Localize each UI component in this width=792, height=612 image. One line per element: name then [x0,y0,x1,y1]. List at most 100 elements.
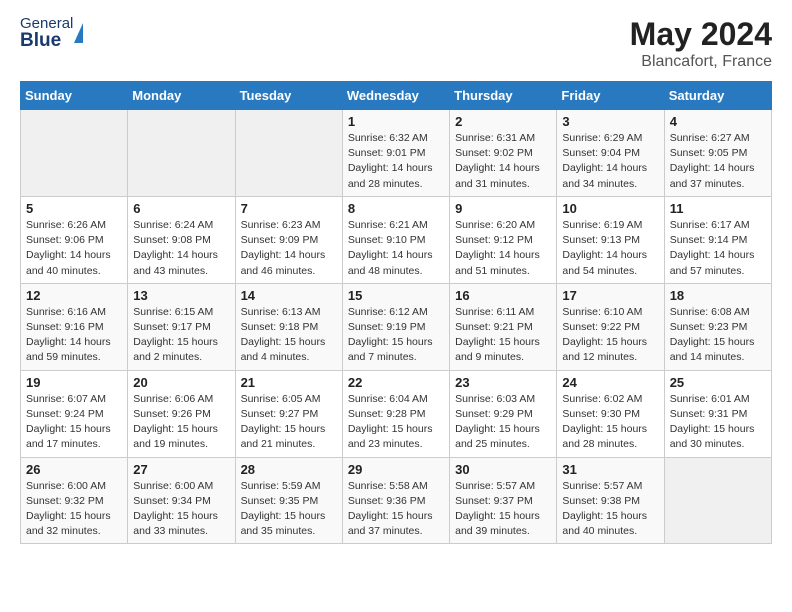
day-info: Sunrise: 6:00 AM Sunset: 9:32 PM Dayligh… [26,479,122,540]
day-info: Sunrise: 6:31 AM Sunset: 9:02 PM Dayligh… [455,131,551,192]
header-cell-wednesday: Wednesday [342,82,449,110]
day-info: Sunrise: 6:03 AM Sunset: 9:29 PM Dayligh… [455,392,551,453]
month-year-title: May 2024 [630,16,772,53]
day-number: 23 [455,375,551,390]
day-info: Sunrise: 5:59 AM Sunset: 9:35 PM Dayligh… [241,479,337,540]
day-info: Sunrise: 6:24 AM Sunset: 9:08 PM Dayligh… [133,218,229,279]
header-cell-tuesday: Tuesday [235,82,342,110]
day-info: Sunrise: 6:26 AM Sunset: 9:06 PM Dayligh… [26,218,122,279]
header-row: SundayMondayTuesdayWednesdayThursdayFrid… [21,82,772,110]
day-number: 24 [562,375,658,390]
calendar-body: 1 Sunrise: 6:32 AM Sunset: 9:01 PM Daylig… [21,110,772,544]
day-cell: 11 Sunrise: 6:17 AM Sunset: 9:14 PM Dayli… [664,196,771,283]
day-info: Sunrise: 6:13 AM Sunset: 9:18 PM Dayligh… [241,305,337,366]
day-number: 14 [241,288,337,303]
day-info: Sunrise: 6:01 AM Sunset: 9:31 PM Dayligh… [670,392,766,453]
day-number: 1 [348,114,444,129]
day-info: Sunrise: 6:27 AM Sunset: 9:05 PM Dayligh… [670,131,766,192]
day-number: 19 [26,375,122,390]
day-cell: 14 Sunrise: 6:13 AM Sunset: 9:18 PM Dayli… [235,283,342,370]
day-cell: 17 Sunrise: 6:10 AM Sunset: 9:22 PM Dayli… [557,283,664,370]
day-cell: 25 Sunrise: 6:01 AM Sunset: 9:31 PM Dayli… [664,370,771,457]
day-info: Sunrise: 6:11 AM Sunset: 9:21 PM Dayligh… [455,305,551,366]
week-row-5: 26Sunrise: 6:00 AM Sunset: 9:32 PM Dayli… [21,457,772,544]
day-number: 27 [133,462,229,477]
day-number: 7 [241,201,337,216]
header-cell-saturday: Saturday [664,82,771,110]
day-cell: 29Sunrise: 5:58 AM Sunset: 9:36 PM Dayli… [342,457,449,544]
day-info: Sunrise: 6:02 AM Sunset: 9:30 PM Dayligh… [562,392,658,453]
week-row-2: 5 Sunrise: 6:26 AM Sunset: 9:06 PM Daylig… [21,196,772,283]
day-cell: 20Sunrise: 6:06 AM Sunset: 9:26 PM Dayli… [128,370,235,457]
logo-text: General Blue [20,16,73,50]
day-cell: 4 Sunrise: 6:27 AM Sunset: 9:05 PM Daylig… [664,110,771,197]
day-number: 30 [455,462,551,477]
day-cell: 23 Sunrise: 6:03 AM Sunset: 9:29 PM Dayli… [450,370,557,457]
header-cell-sunday: Sunday [21,82,128,110]
week-row-1: 1 Sunrise: 6:32 AM Sunset: 9:01 PM Daylig… [21,110,772,197]
day-number: 5 [26,201,122,216]
day-number: 8 [348,201,444,216]
day-cell [128,110,235,197]
day-info: Sunrise: 6:19 AM Sunset: 9:13 PM Dayligh… [562,218,658,279]
day-number: 13 [133,288,229,303]
day-info: Sunrise: 6:08 AM Sunset: 9:23 PM Dayligh… [670,305,766,366]
day-cell: 5 Sunrise: 6:26 AM Sunset: 9:06 PM Daylig… [21,196,128,283]
location-subtitle: Blancafort, France [630,53,772,71]
day-cell: 12Sunrise: 6:16 AM Sunset: 9:16 PM Dayli… [21,283,128,370]
day-info: Sunrise: 6:17 AM Sunset: 9:14 PM Dayligh… [670,218,766,279]
day-cell: 22 Sunrise: 6:04 AM Sunset: 9:28 PM Dayli… [342,370,449,457]
day-number: 11 [670,201,766,216]
day-cell [664,457,771,544]
day-cell: 3Sunrise: 6:29 AM Sunset: 9:04 PM Daylig… [557,110,664,197]
day-cell [235,110,342,197]
day-cell: 8 Sunrise: 6:21 AM Sunset: 9:10 PM Daylig… [342,196,449,283]
day-number: 25 [670,375,766,390]
day-cell: 28 Sunrise: 5:59 AM Sunset: 9:35 PM Dayli… [235,457,342,544]
logo-blue: Blue [20,31,73,50]
day-number: 28 [241,462,337,477]
day-info: Sunrise: 6:10 AM Sunset: 9:22 PM Dayligh… [562,305,658,366]
day-number: 2 [455,114,551,129]
page-header: General Blue May 2024 Blancafort, France [20,16,772,71]
logo: General Blue [20,16,83,50]
day-info: Sunrise: 6:12 AM Sunset: 9:19 PM Dayligh… [348,305,444,366]
day-number: 22 [348,375,444,390]
day-cell: 13 Sunrise: 6:15 AM Sunset: 9:17 PM Dayli… [128,283,235,370]
day-number: 12 [26,288,122,303]
day-cell [21,110,128,197]
day-info: Sunrise: 6:15 AM Sunset: 9:17 PM Dayligh… [133,305,229,366]
week-row-4: 19Sunrise: 6:07 AM Sunset: 9:24 PM Dayli… [21,370,772,457]
day-number: 31 [562,462,658,477]
day-number: 29 [348,462,444,477]
day-cell: 30Sunrise: 5:57 AM Sunset: 9:37 PM Dayli… [450,457,557,544]
day-info: Sunrise: 6:21 AM Sunset: 9:10 PM Dayligh… [348,218,444,279]
day-number: 17 [562,288,658,303]
day-info: Sunrise: 6:04 AM Sunset: 9:28 PM Dayligh… [348,392,444,453]
day-cell: 6 Sunrise: 6:24 AM Sunset: 9:08 PM Daylig… [128,196,235,283]
day-number: 4 [670,114,766,129]
logo-general: General [20,16,73,31]
day-number: 10 [562,201,658,216]
day-number: 16 [455,288,551,303]
day-number: 20 [133,375,229,390]
day-cell: 15 Sunrise: 6:12 AM Sunset: 9:19 PM Dayli… [342,283,449,370]
day-number: 6 [133,201,229,216]
day-cell: 10 Sunrise: 6:19 AM Sunset: 9:13 PM Dayli… [557,196,664,283]
day-number: 21 [241,375,337,390]
day-info: Sunrise: 6:29 AM Sunset: 9:04 PM Dayligh… [562,131,658,192]
day-info: Sunrise: 5:57 AM Sunset: 9:38 PM Dayligh… [562,479,658,540]
logo-triangle-icon [74,23,83,43]
day-cell: 1 Sunrise: 6:32 AM Sunset: 9:01 PM Daylig… [342,110,449,197]
day-info: Sunrise: 6:20 AM Sunset: 9:12 PM Dayligh… [455,218,551,279]
day-info: Sunrise: 6:32 AM Sunset: 9:01 PM Dayligh… [348,131,444,192]
day-cell: 24 Sunrise: 6:02 AM Sunset: 9:30 PM Dayli… [557,370,664,457]
day-number: 15 [348,288,444,303]
header-cell-friday: Friday [557,82,664,110]
day-cell: 7 Sunrise: 6:23 AM Sunset: 9:09 PM Daylig… [235,196,342,283]
day-info: Sunrise: 6:23 AM Sunset: 9:09 PM Dayligh… [241,218,337,279]
header-cell-monday: Monday [128,82,235,110]
day-info: Sunrise: 6:00 AM Sunset: 9:34 PM Dayligh… [133,479,229,540]
title-area: May 2024 Blancafort, France [630,16,772,71]
day-cell: 21Sunrise: 6:05 AM Sunset: 9:27 PM Dayli… [235,370,342,457]
